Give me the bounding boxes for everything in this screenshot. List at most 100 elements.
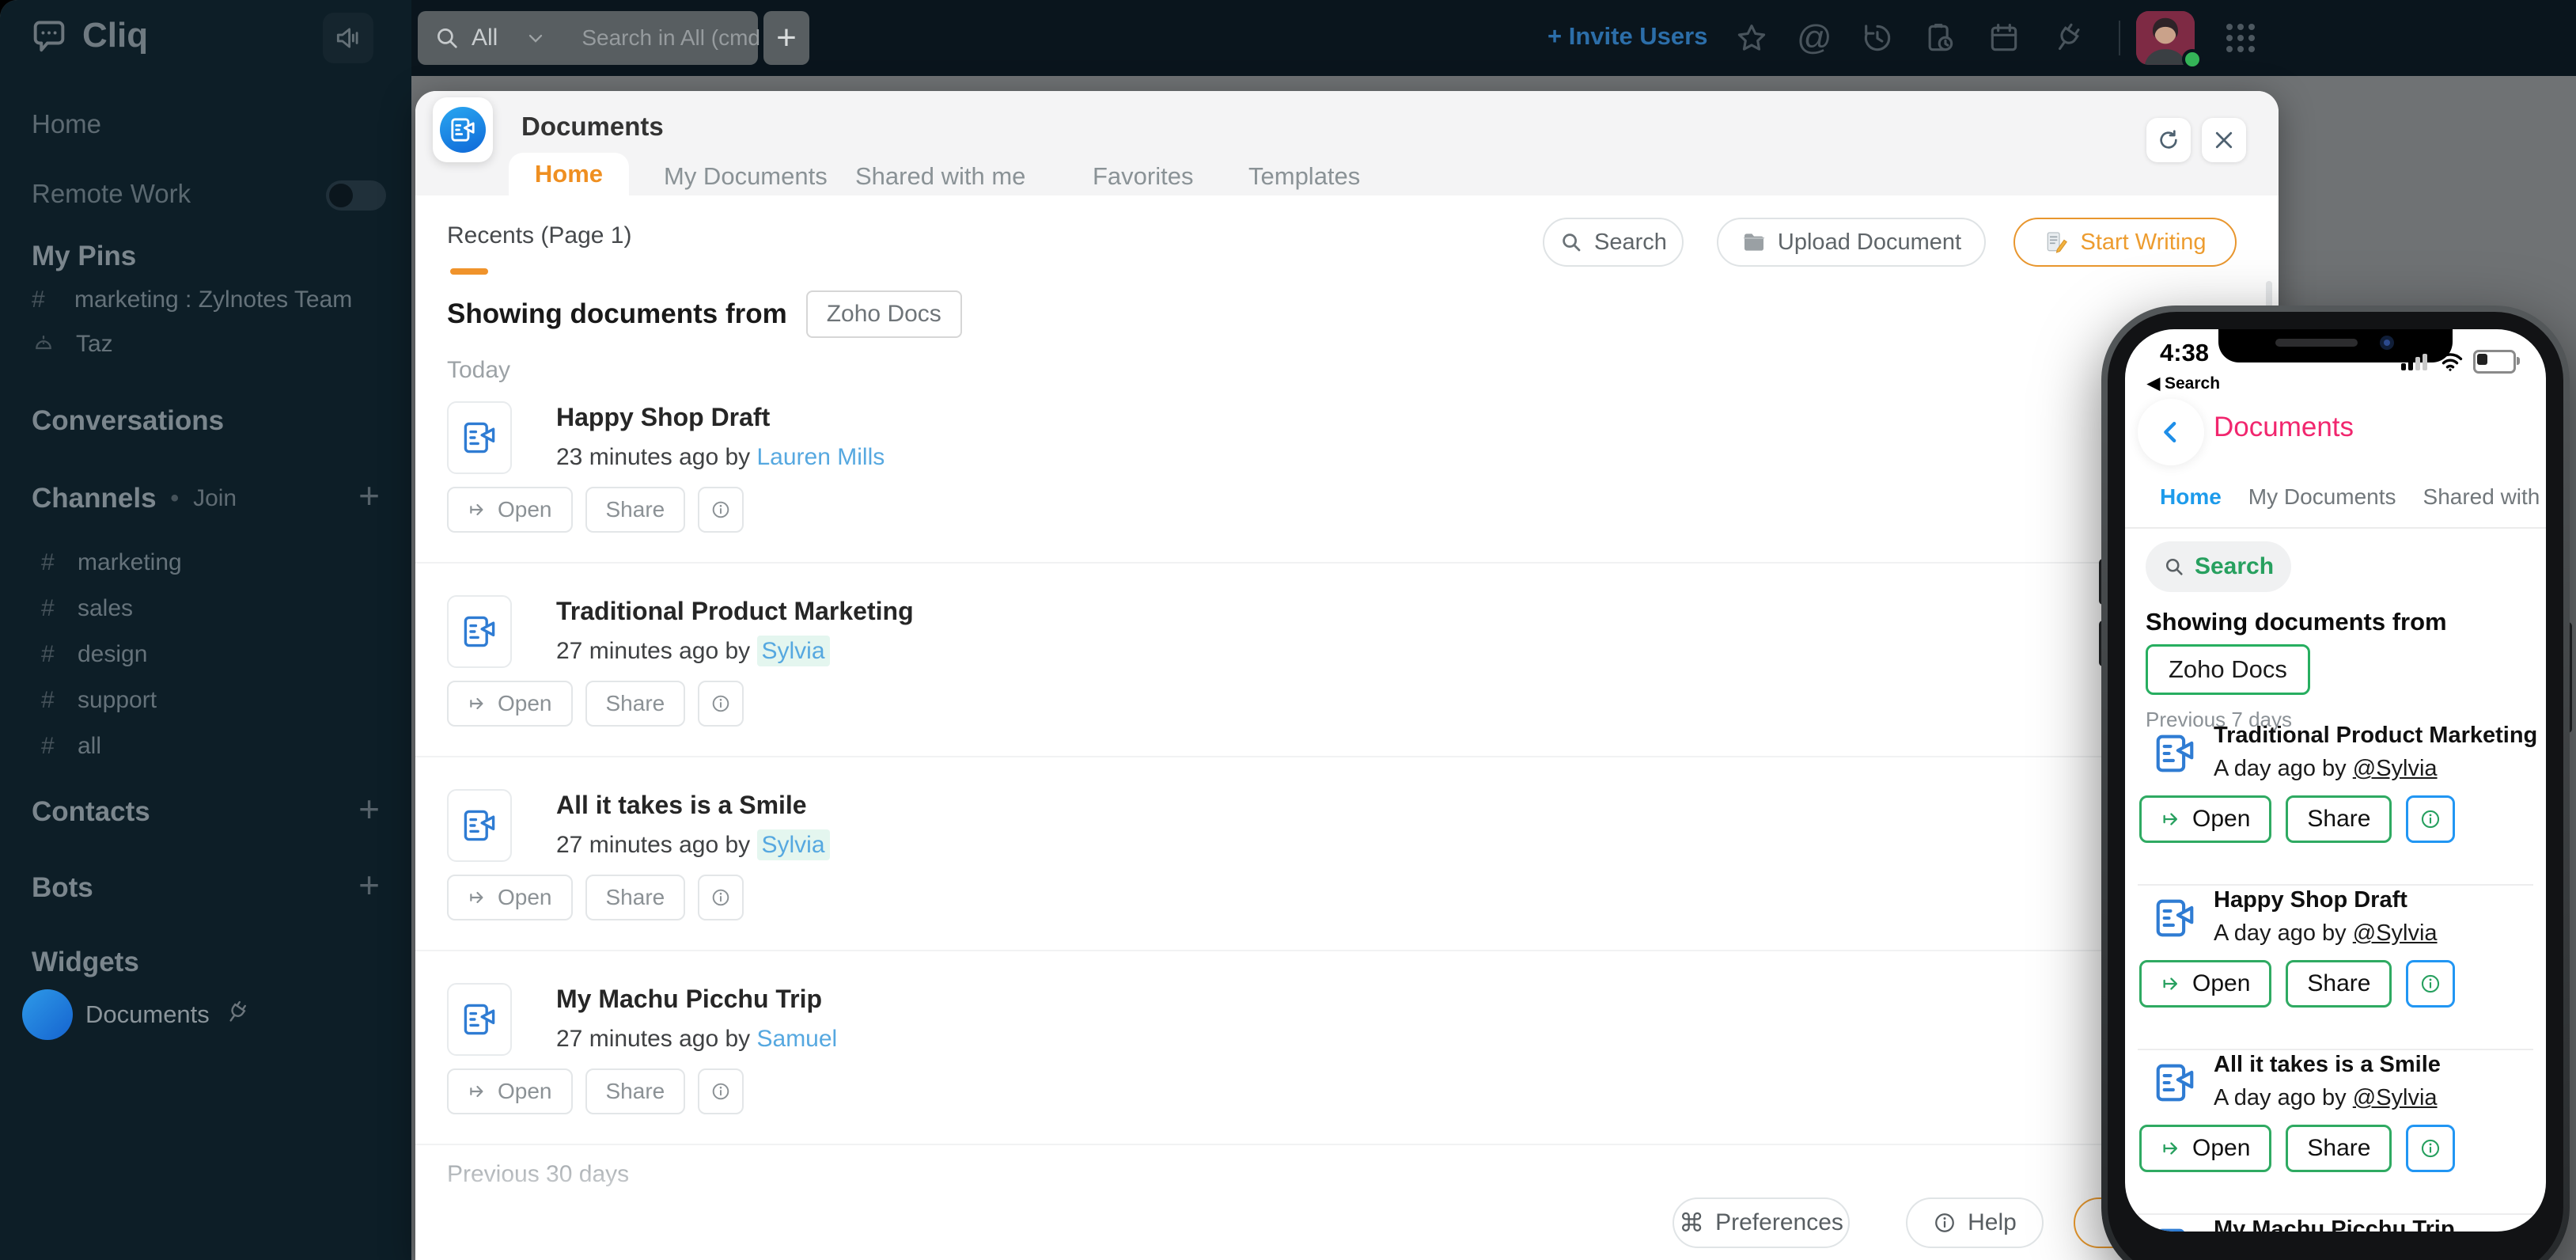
tab-shared-with-me[interactable]: Shared with me [855,162,1025,191]
invite-users-link[interactable]: + Invite Users [1547,22,1707,51]
quick-create-button[interactable]: + [763,11,809,65]
share-button[interactable]: Share [585,681,686,727]
help-button[interactable]: Help [1906,1197,2044,1248]
author-link[interactable]: Sylvia [756,829,830,860]
meta-prefix: 27 minutes ago by [556,832,757,858]
share-button[interactable]: Share [2286,960,2392,1008]
document-meta: 23 minutes ago by Lauren Mills [556,444,885,471]
share-button[interactable]: Share [585,487,686,533]
document-title: Traditional Product Marketing [556,597,914,625]
add-contact-button[interactable]: + [358,791,380,827]
document-title: Traditional Product Marketing [2214,723,2538,748]
sidebar-section-bots[interactable]: Bots [32,872,93,904]
channels-join-link[interactable]: Join [193,485,237,512]
global-search-bar[interactable]: All Search in All (cmd + k) [418,11,804,65]
cell-signal-icon [2401,353,2427,370]
info-button[interactable] [698,1068,744,1114]
sidebar-item-home[interactable]: Home [32,109,101,139]
preferences-button[interactable]: ⌘ Preferences [1673,1197,1850,1248]
info-icon [2422,1139,2440,1158]
upload-document-button[interactable]: Upload Document [1717,218,1986,267]
phone-document-row: Traditional Product Marketing A day ago b… [2138,721,2537,886]
search-icon [1563,233,1581,252]
document-actions: Open Share [2139,795,2456,843]
open-button[interactable]: Open [447,487,573,533]
divider [2125,527,2546,529]
channel-label: support [78,687,157,713]
close-button[interactable] [2202,118,2246,162]
tab-favorites[interactable]: Favorites [1093,162,1193,191]
pencil-icon [2048,232,2068,253]
status-time: 4:38 [2160,339,2210,366]
tab-home[interactable]: Home [509,153,629,195]
remote-work-toggle[interactable] [326,180,386,211]
open-button[interactable]: Open [447,875,573,920]
documents-widget-icon[interactable] [22,989,73,1040]
sidebar-channel-support[interactable]: # support [0,677,411,723]
tab-my-documents[interactable]: My Documents [664,162,828,191]
open-button[interactable]: Open [2139,960,2272,1008]
info-button[interactable] [2406,960,2456,1008]
source-chip-zoho-docs[interactable]: Zoho Docs [805,290,962,338]
info-button[interactable] [698,487,744,533]
open-button[interactable]: Open [2139,1125,2272,1172]
phone-tab-my-documents[interactable]: My Documents [2248,484,2396,510]
info-button[interactable] [698,875,744,920]
search-documents-button[interactable]: Search [1543,218,1684,267]
back-button[interactable] [2138,399,2204,465]
share-button[interactable]: Share [585,1068,686,1114]
info-button[interactable] [698,681,744,727]
info-button[interactable] [2406,1125,2456,1172]
sidebar-section-contacts[interactable]: Contacts [32,796,150,828]
open-arrow-icon [2163,813,2177,825]
chevron-down-icon[interactable] [525,27,547,49]
open-button[interactable]: Open [447,1068,573,1114]
phone-camera [2380,336,2394,350]
tab-templates[interactable]: Templates [1248,162,1360,191]
pinned-item-marketing[interactable]: # marketing : Zylnotes Team [32,287,352,313]
sidebar-channel-design[interactable]: # design [0,632,411,677]
history-icon[interactable] [1860,21,1895,55]
sound-toggle-button[interactable] [323,13,373,63]
phone-document-row: My Machu Picchu Trip [2138,1215,2533,1232]
sidebar-channel-marketing[interactable]: # marketing [0,540,411,586]
start-writing-button[interactable]: Start Writing [2013,218,2237,267]
pinned-item-taz[interactable]: Taz [32,331,113,358]
starred-icon[interactable] [1734,21,1769,55]
clipboard-clock-icon[interactable] [1923,21,1957,55]
bot-icon [32,332,55,356]
document-list: Happy Shop Draft 23 minutes ago by Lauren… [415,370,2279,1145]
sidebar-section-conversations[interactable]: Conversations [32,405,224,437]
apps-grid-icon[interactable] [2222,19,2260,57]
plug-icon[interactable] [2050,21,2085,55]
share-button[interactable]: Share [2286,795,2392,843]
author-link[interactable]: @Sylvia [2353,920,2438,946]
share-button[interactable]: Share [2286,1125,2392,1172]
back-to-app-label: ◀ Search [2147,374,2221,393]
phone-source-chip[interactable]: Zoho Docs [2146,644,2310,695]
sidebar-channel-sales[interactable]: # sales [0,586,411,632]
author-link[interactable]: Samuel [757,1026,838,1052]
open-button[interactable]: Open [2139,795,2272,843]
phone-tab-shared-with-me[interactable]: Shared with me [2423,484,2546,510]
refresh-button[interactable] [2146,118,2191,162]
info-button[interactable] [2406,795,2456,843]
author-link[interactable]: @Sylvia [2353,756,2438,781]
author-link[interactable]: Lauren Mills [757,444,885,470]
open-button[interactable]: Open [447,681,573,727]
phone-tab-home[interactable]: Home [2160,484,2222,510]
sidebar-item-documents-widget[interactable]: Documents [85,1000,210,1029]
sidebar-channel-all[interactable]: # all [0,723,411,769]
author-link[interactable]: Sylvia [756,636,830,666]
open-label: Open [2192,806,2251,832]
mentions-icon[interactable]: @ [1797,21,1832,55]
search-scope-select[interactable]: All [472,25,498,51]
calendar-icon[interactable] [1987,21,2021,55]
author-link[interactable]: @Sylvia [2353,1085,2438,1110]
phone-search-button[interactable]: Search [2146,541,2291,592]
add-channel-button[interactable]: + [358,477,380,514]
share-button[interactable]: Share [585,875,686,920]
open-label: Open [498,691,552,715]
sidebar-item-remote-work[interactable]: Remote Work [32,179,191,209]
add-bot-button[interactable]: + [358,867,380,903]
